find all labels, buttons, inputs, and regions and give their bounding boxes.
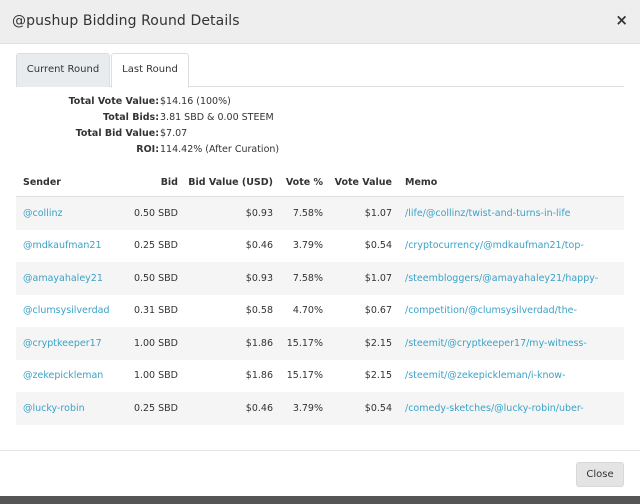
modal-footer-divider bbox=[0, 450, 640, 451]
sender-link[interactable]: @zekepickleman bbox=[23, 370, 103, 381]
bid-cell: 0.31 SBD bbox=[133, 305, 178, 317]
summary-roi: ROI: 114.42% (After Curation) bbox=[16, 144, 416, 160]
vote-value-cell: $0.54 bbox=[364, 240, 392, 252]
bids-table: Sender Bid Bid Value (USD) Vote % Vote V… bbox=[16, 167, 624, 425]
summary-label: Total Bid Value: bbox=[75, 128, 159, 139]
modal-header: @pushup Bidding Round Details × bbox=[0, 0, 640, 44]
vote-value-cell: $2.15 bbox=[364, 370, 392, 382]
summary-total-bids: Total Bids: 3.81 SBD & 0.00 STEEM bbox=[16, 112, 416, 128]
vote-value-cell: $0.67 bbox=[364, 305, 392, 317]
close-button[interactable]: Close bbox=[576, 462, 624, 487]
sender-link[interactable]: @collinz bbox=[23, 208, 62, 219]
vote-pct-cell: 7.58% bbox=[292, 272, 323, 284]
close-icon[interactable]: × bbox=[615, 11, 628, 29]
table-row: @collinz 0.50 SBD $0.93 7.58% $1.07 /lif… bbox=[16, 197, 624, 230]
sender-link[interactable]: @cryptkeeper17 bbox=[23, 338, 102, 349]
memo-link[interactable]: /cryptocurrency/@mdkaufman21/top- bbox=[405, 240, 584, 251]
summary-value: $7.07 bbox=[160, 128, 188, 139]
summary-value: $14.16 (100%) bbox=[160, 96, 231, 107]
round-tabs: Current Round Last Round bbox=[16, 53, 624, 88]
sender-link[interactable]: @amayahaley21 bbox=[23, 273, 103, 284]
bid-cell: 1.00 SBD bbox=[133, 370, 178, 382]
table-row: @clumsysilverdad 0.31 SBD $0.58 4.70% $0… bbox=[16, 295, 624, 328]
bid-cell: 1.00 SBD bbox=[133, 337, 178, 349]
vote-value-cell: $0.54 bbox=[364, 402, 392, 414]
bid-value-cell: $1.86 bbox=[245, 370, 273, 382]
column-header-bid-value: Bid Value (USD) bbox=[188, 176, 273, 188]
memo-link[interactable]: /competition/@clumsysilverdad/the- bbox=[405, 305, 577, 316]
table-row: @lucky-robin 0.25 SBD $0.46 3.79% $0.54 … bbox=[16, 392, 624, 425]
bid-value-cell: $0.58 bbox=[245, 305, 273, 317]
bid-cell: 0.25 SBD bbox=[133, 240, 178, 252]
memo-link[interactable]: /steemit/@cryptkeeper17/my-witness- bbox=[405, 338, 587, 349]
bid-value-cell: $0.46 bbox=[245, 240, 273, 252]
sender-link[interactable]: @mdkaufman21 bbox=[23, 240, 102, 251]
table-row: @cryptkeeper17 1.00 SBD $1.86 15.17% $2.… bbox=[16, 327, 624, 360]
bid-value-cell: $0.93 bbox=[245, 207, 273, 219]
tab-current-round[interactable]: Current Round bbox=[16, 53, 110, 87]
column-header-vote-value: Vote Value bbox=[334, 176, 392, 188]
bid-value-cell: $0.93 bbox=[245, 272, 273, 284]
table-row: @zekepickleman 1.00 SBD $1.86 15.17% $2.… bbox=[16, 360, 624, 393]
table-row: @amayahaley21 0.50 SBD $0.93 7.58% $1.07… bbox=[16, 262, 624, 295]
column-header-vote-pct: Vote % bbox=[285, 176, 323, 188]
summary-value: 114.42% (After Curation) bbox=[160, 144, 280, 155]
vote-value-cell: $1.07 bbox=[364, 272, 392, 284]
memo-link[interactable]: /steemit/@zekepickleman/i-know- bbox=[405, 370, 566, 381]
summary-value: 3.81 SBD & 0.00 STEEM bbox=[160, 112, 274, 123]
vote-pct-cell: 3.79% bbox=[292, 240, 323, 252]
vote-pct-cell: 7.58% bbox=[292, 207, 323, 219]
memo-link[interactable]: /comedy-sketches/@lucky-robin/uber- bbox=[405, 403, 584, 414]
vote-pct-cell: 15.17% bbox=[286, 370, 323, 382]
memo-link[interactable]: /life/@collinz/twist-and-turns-in-life bbox=[405, 208, 571, 219]
table-header: Sender Bid Bid Value (USD) Vote % Vote V… bbox=[16, 167, 624, 197]
modal-title: @pushup Bidding Round Details bbox=[12, 13, 240, 29]
column-header-bid: Bid bbox=[160, 176, 178, 188]
bid-value-cell: $0.46 bbox=[245, 402, 273, 414]
sender-link[interactable]: @clumsysilverdad bbox=[23, 305, 110, 316]
table-row: @mdkaufman21 0.25 SBD $0.46 3.79% $0.54 … bbox=[16, 230, 624, 263]
summary-label: ROI: bbox=[136, 144, 159, 155]
memo-link[interactable]: /steembloggers/@amayahaley21/happy- bbox=[405, 273, 598, 284]
tab-last-round[interactable]: Last Round bbox=[111, 53, 189, 88]
vote-value-cell: $1.07 bbox=[364, 207, 392, 219]
bid-cell: 0.50 SBD bbox=[133, 272, 178, 284]
vote-pct-cell: 4.70% bbox=[292, 305, 323, 317]
summary-label: Total Vote Value: bbox=[68, 96, 159, 107]
summary-label: Total Bids: bbox=[102, 112, 159, 123]
bid-cell: 0.50 SBD bbox=[133, 207, 178, 219]
bid-cell: 0.25 SBD bbox=[133, 402, 178, 414]
sender-link[interactable]: @lucky-robin bbox=[23, 403, 85, 414]
bid-value-cell: $1.86 bbox=[245, 337, 273, 349]
vote-pct-cell: 15.17% bbox=[286, 337, 323, 349]
summary-total-vote-value: Total Vote Value: $14.16 (100%) bbox=[16, 96, 416, 112]
column-header-memo: Memo bbox=[405, 176, 438, 188]
vote-value-cell: $2.15 bbox=[364, 337, 392, 349]
vote-pct-cell: 3.79% bbox=[292, 402, 323, 414]
page-backdrop bbox=[0, 496, 640, 504]
summary-total-bid-value: Total Bid Value: $7.07 bbox=[16, 128, 416, 144]
